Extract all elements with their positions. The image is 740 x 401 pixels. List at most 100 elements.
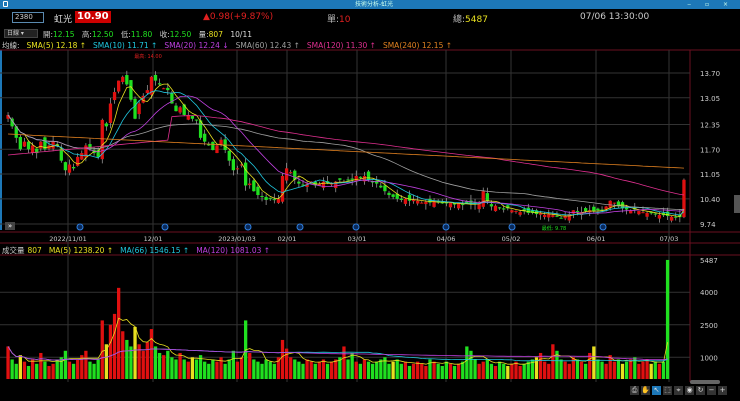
eye-icon[interactable]: ◉	[685, 386, 694, 395]
event-marker-icon[interactable]	[244, 223, 252, 231]
volume-bar	[600, 361, 604, 379]
refresh-icon[interactable]: ↻	[696, 386, 705, 395]
volume-bar	[153, 346, 158, 379]
sma-120-line	[7, 115, 685, 196]
candle	[493, 205, 498, 212]
volume-bar	[387, 363, 391, 379]
volume-bar	[129, 346, 133, 379]
volume-bar	[30, 359, 35, 379]
volume-bar	[624, 361, 629, 379]
volume-bar	[346, 359, 350, 379]
volume-bar	[309, 361, 313, 379]
candle	[133, 98, 137, 119]
volume-bar	[6, 346, 10, 379]
volume-bar	[108, 324, 113, 379]
volume-bar	[280, 339, 285, 379]
volume-bar	[117, 287, 121, 379]
volume-tick: 2500	[700, 322, 718, 330]
volume-bar	[162, 355, 166, 379]
volume-bar	[514, 361, 518, 379]
candle	[289, 172, 293, 174]
expand-icon[interactable]: »	[5, 222, 15, 230]
event-marker-icon[interactable]	[76, 223, 84, 231]
print-icon[interactable]: ⎙	[630, 386, 639, 395]
volume-bar	[92, 363, 96, 379]
volume-bar	[399, 363, 403, 379]
candle	[510, 210, 514, 213]
volume-bar	[112, 313, 117, 379]
volume-bar	[473, 359, 477, 379]
zoom-out-icon[interactable]: −	[707, 386, 716, 395]
event-marker-icon[interactable]	[296, 223, 304, 231]
date-tick: 02/01	[278, 235, 297, 243]
volume-bar	[575, 359, 580, 379]
volume-bar	[440, 365, 444, 379]
candle	[526, 207, 530, 213]
side-panel-handle[interactable]	[734, 195, 740, 213]
price-volume-chart[interactable]: 13.70 13.05 12.35 11.70 11.05 10.40 9.74 5487 40…	[0, 0, 740, 401]
candle	[514, 211, 518, 213]
candle	[276, 198, 281, 203]
volume-bar	[629, 359, 633, 379]
pointer-icon[interactable]: ↖	[652, 386, 661, 395]
volume-bar	[538, 352, 543, 379]
price-tick: 12.35	[700, 121, 720, 129]
volume-bar	[358, 363, 362, 379]
sma-240-line	[7, 133, 685, 169]
high-annotation: 最高: 14.00	[134, 53, 162, 60]
candle	[203, 133, 207, 142]
volume-bar	[18, 355, 22, 379]
candle	[178, 107, 182, 113]
candle	[248, 183, 252, 186]
horizontal-scrollbar[interactable]	[690, 380, 720, 384]
volume-bar	[194, 359, 199, 379]
volume-bar	[612, 361, 616, 379]
candle	[645, 212, 649, 217]
event-marker-icon[interactable]	[442, 223, 450, 231]
candle	[211, 141, 215, 151]
volume-bar	[424, 365, 428, 379]
candle	[63, 162, 68, 171]
volume-bar	[284, 348, 289, 379]
candle	[387, 192, 391, 196]
volume-bar	[436, 363, 440, 379]
price-tick: 9.74	[700, 221, 716, 229]
date-tick: 06/01	[587, 235, 606, 243]
candle	[30, 145, 35, 153]
draw-icon[interactable]: ⌖	[674, 386, 683, 395]
event-marker-icon[interactable]	[352, 223, 360, 231]
candle	[604, 206, 608, 210]
select-icon[interactable]: ⬚	[663, 386, 672, 395]
candle	[108, 103, 113, 123]
zoom-in-icon[interactable]: +	[718, 386, 727, 395]
candle	[227, 150, 231, 161]
candle	[338, 178, 342, 180]
volume-bar	[457, 363, 461, 379]
price-tick: 11.05	[700, 171, 720, 179]
volume-bar	[469, 350, 473, 379]
hand-icon[interactable]: ✋	[641, 386, 650, 395]
volume-bar	[157, 352, 162, 379]
candle	[350, 178, 354, 180]
event-marker-icon[interactable]	[161, 223, 169, 231]
candle	[182, 104, 186, 115]
volume-bar	[121, 331, 125, 379]
candle	[137, 103, 141, 115]
candle	[403, 198, 408, 204]
volume-tick: 4000	[700, 289, 718, 297]
candle	[448, 202, 453, 208]
candle	[366, 171, 371, 180]
volume-bar	[551, 344, 555, 379]
volume-bar	[276, 357, 281, 379]
event-marker-icon[interactable]	[508, 223, 516, 231]
volume-bar	[203, 361, 207, 379]
candle	[252, 180, 256, 192]
candle	[260, 196, 264, 198]
volume-bar	[39, 352, 43, 379]
event-marker-icon[interactable]	[599, 223, 607, 231]
candle	[457, 203, 461, 209]
volume-bar	[432, 361, 436, 379]
candle	[543, 214, 547, 218]
candle	[571, 210, 575, 214]
volume-bar	[579, 361, 584, 379]
